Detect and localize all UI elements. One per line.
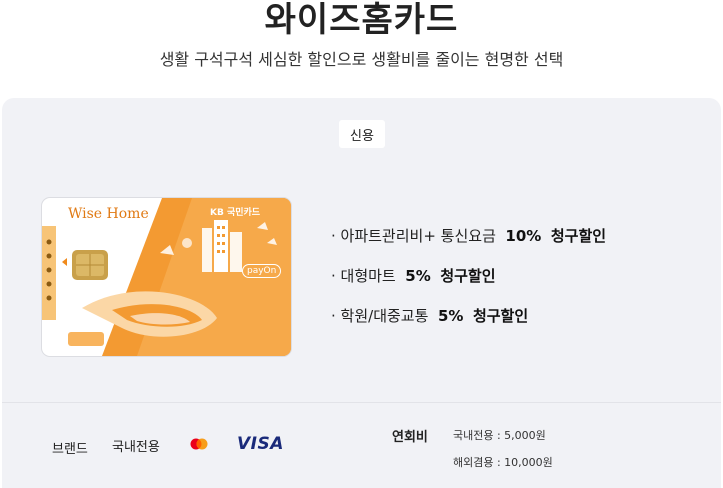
annual-fee-domestic: 국내전용 : 5,000원 — [453, 429, 546, 442]
annual-fee-title: 연회비 — [392, 430, 428, 445]
benefit-item: · 대형마트 5% 청구할인 — [331, 265, 606, 289]
page-subtitle: 생활 구석구석 세심한 할인으로 생활비를 줄이는 현명한 선택 — [159, 50, 564, 69]
benefit-rate: 5% — [405, 267, 431, 285]
benefit-item: · 아파트관리비+ 통신요금 10% 청구할인 — [331, 225, 606, 249]
visa-logo: VISA — [237, 434, 284, 454]
benefit-suffix: 청구할인 — [472, 307, 529, 325]
brand-label: 브랜드 — [52, 442, 88, 457]
benefit-item: · 학원/대중교통 5% 청구할인 — [331, 305, 606, 329]
annual-fee-overseas: 해외겸용 : 10,000원 — [453, 456, 553, 469]
mastercard-logo-icon — [190, 438, 208, 450]
benefit-rate: 5% — [437, 307, 464, 325]
card-image: Wise Home KB 국민카드 payOn — [42, 198, 291, 356]
domestic-only-label: 국내전용 — [112, 440, 160, 455]
section-divider — [2, 402, 721, 403]
page-title: 와이즈홈카드 — [264, 0, 459, 40]
benefit-prefix: · 학원/대중교통 — [331, 307, 429, 325]
card-type-badge: 신용 — [339, 120, 385, 148]
card-issuer-text: KB 국민카드 — [210, 208, 261, 218]
card-brand-text: Wise Home — [68, 206, 149, 222]
benefit-prefix: · 대형마트 — [331, 267, 396, 285]
benefit-rate: 10% — [505, 227, 542, 245]
card-payon-text: payOn — [242, 264, 282, 278]
benefit-suffix: 청구할인 — [440, 267, 496, 285]
benefit-suffix: 청구할인 — [550, 227, 607, 245]
benefit-prefix: · 아파트관리비+ 통신요금 — [331, 227, 496, 245]
benefit-list: · 아파트관리비+ 통신요금 10% 청구할인 · 대형마트 5% 청구할인 ·… — [331, 225, 606, 345]
